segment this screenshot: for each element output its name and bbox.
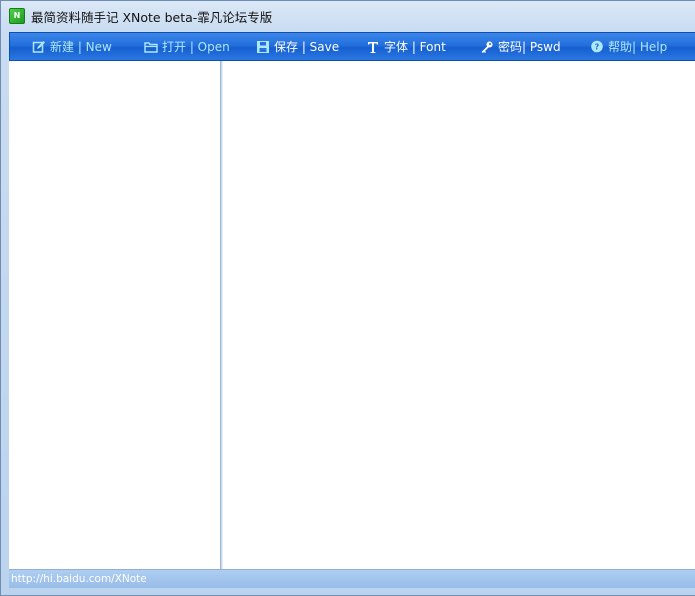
help-icon: ? [590,40,604,54]
note-editor[interactable] [222,61,695,569]
font-icon [366,40,380,54]
new-button[interactable]: 新建 | New [32,33,112,60]
password-button-label: 密码| Pswd [498,39,561,54]
toolbar: 新建 | New 打开 | Open 保存 | Save 字体 | Font 密… [9,32,695,61]
help-button-label: 帮助| Help [608,39,668,54]
status-bar: http://hi.baidu.com/XNote [9,569,695,588]
save-button-label: 保存 | Save [274,39,340,54]
content-area [9,61,695,569]
password-button[interactable]: 密码| Pswd [480,33,561,60]
key-icon [480,40,494,54]
floppy-icon [256,40,270,54]
font-button[interactable]: 字体 | Font [366,33,446,60]
new-button-label: 新建 | New [50,39,112,54]
svg-text:?: ? [595,42,600,51]
edit-icon [32,40,46,54]
open-button[interactable]: 打开 | Open [144,33,230,60]
help-button[interactable]: ? 帮助| Help [590,33,667,60]
app-icon: N [9,8,25,24]
title-bar[interactable]: N 最简资料随手记 XNote beta-霏凡论坛专版 [1,1,695,31]
save-button[interactable]: 保存 | Save [256,33,339,60]
open-button-label: 打开 | Open [162,39,230,54]
note-list-pane[interactable] [9,61,221,569]
window-title: 最简资料随手记 XNote beta-霏凡论坛专版 [31,9,273,25]
status-text: http://hi.baidu.com/XNote [11,573,147,585]
folder-icon [144,40,158,54]
app-window: N 最简资料随手记 XNote beta-霏凡论坛专版 新建 | New 打开 … [0,0,695,596]
font-button-label: 字体 | Font [384,39,446,54]
